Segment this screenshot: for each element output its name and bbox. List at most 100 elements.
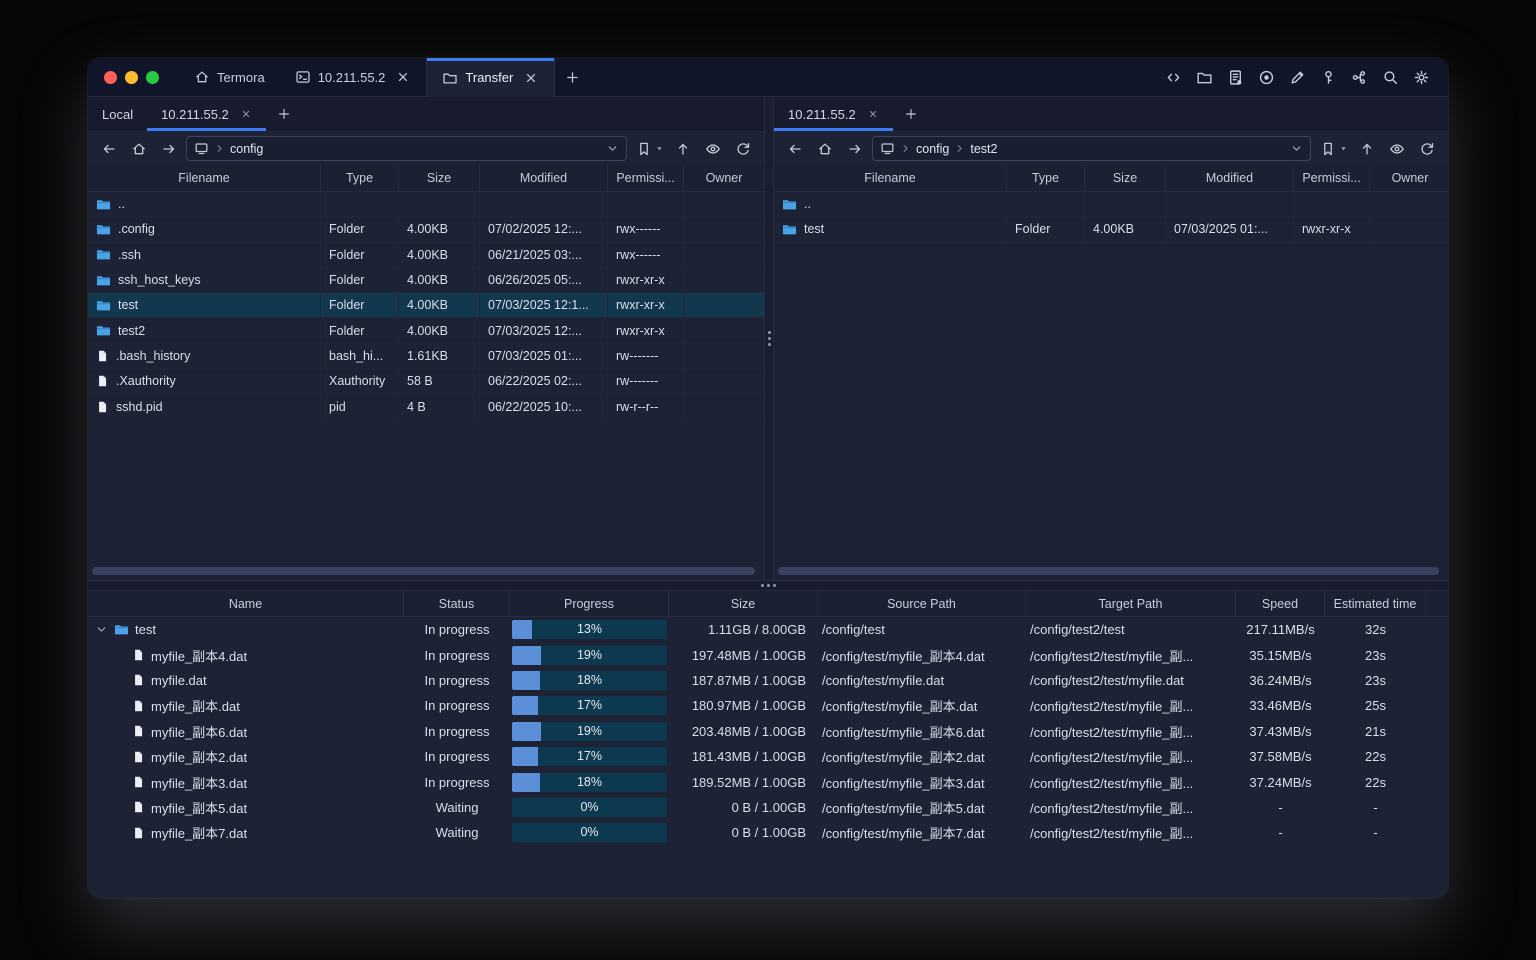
progress-label: 18% bbox=[576, 774, 603, 789]
folder-button[interactable] bbox=[1191, 64, 1217, 90]
file-row[interactable]: .ssh Folder 4.00KB 06/21/2025 03:... rwx----… bbox=[88, 242, 764, 268]
key-button[interactable] bbox=[1315, 64, 1341, 90]
settings-button[interactable] bbox=[1408, 64, 1434, 90]
back-button[interactable] bbox=[96, 137, 122, 161]
column-header-size[interactable]: Size bbox=[1085, 165, 1166, 191]
minimize-window-button[interactable] bbox=[125, 70, 138, 84]
close-icon[interactable] bbox=[867, 108, 879, 120]
transfer-column-header-target-path[interactable]: Target Path bbox=[1026, 591, 1236, 616]
refresh-button[interactable] bbox=[730, 137, 756, 161]
transfer-row[interactable]: myfile_副本7.dat Waiting 0% 0 B / 1.00GB/conf… bbox=[88, 820, 1448, 845]
transfer-row[interactable]: myfile_副本5.dat Waiting 0% 0 B / 1.00GB/conf… bbox=[88, 795, 1448, 820]
home-button[interactable] bbox=[126, 137, 152, 161]
transfer-column-header-size[interactable]: Size bbox=[669, 591, 818, 616]
breadcrumb-segment[interactable]: config bbox=[916, 142, 949, 156]
transfer-row[interactable]: myfile_副本6.dat In progress 19% 203.48MB / 1… bbox=[88, 719, 1448, 744]
bookmark-button[interactable] bbox=[1315, 137, 1341, 161]
transfer-row[interactable]: test In progress 13% 1.11GB / 8.00GB/config… bbox=[88, 617, 1448, 642]
source-path-cell: /config/test/myfile_副本2.dat bbox=[822, 750, 985, 766]
app-tab-transfer[interactable]: Transfer bbox=[426, 58, 556, 97]
panel-splitter[interactable] bbox=[764, 97, 774, 580]
transfer-row[interactable]: myfile.dat In progress 18% 187.87MB / 1.00G… bbox=[88, 668, 1448, 693]
file-row[interactable]: .. bbox=[88, 192, 764, 218]
file-row[interactable]: test2 Folder 4.00KB 07/03/2025 12:... rwxr-x… bbox=[88, 318, 764, 344]
breadcrumb-segment[interactable]: test2 bbox=[970, 142, 997, 156]
transfer-row[interactable]: myfile_副本3.dat In progress 18% 189.52MB / 1… bbox=[88, 769, 1448, 794]
column-header-filename[interactable]: Filename bbox=[774, 165, 1007, 191]
transfer-column-header-speed[interactable]: Speed bbox=[1236, 591, 1325, 616]
filename-cell: ssh_host_keys bbox=[88, 267, 321, 293]
transfer-column-header-status[interactable]: Status bbox=[404, 591, 510, 616]
new-panel-tab-button[interactable] bbox=[266, 97, 302, 131]
panel-tab-local[interactable]: Local bbox=[88, 97, 147, 131]
branch-button[interactable] bbox=[1346, 64, 1372, 90]
column-header-modified[interactable]: Modified bbox=[1166, 165, 1294, 191]
transfer-column-header-source-path[interactable]: Source Path bbox=[818, 591, 1026, 616]
chevron-down-icon[interactable] bbox=[606, 142, 619, 155]
panel-tab-10-211-55-2[interactable]: 10.211.55.2 bbox=[774, 97, 893, 131]
file-row[interactable]: .Xauthority Xauthority 58 B 06/22/2025 02:.… bbox=[88, 369, 764, 395]
transfer-row[interactable]: myfile_副本4.dat In progress 19% 197.48MB / 1… bbox=[88, 642, 1448, 667]
log-button[interactable] bbox=[1222, 64, 1248, 90]
file-row[interactable]: ssh_host_keys Folder 4.00KB 06/26/2025 05:.… bbox=[88, 267, 764, 294]
column-header-permissi[interactable]: Permissi... bbox=[608, 165, 684, 191]
horizontal-scrollbar[interactable] bbox=[92, 567, 755, 575]
upload-button[interactable] bbox=[670, 137, 696, 161]
file-row[interactable]: .. bbox=[774, 192, 1448, 218]
upload-button[interactable] bbox=[1354, 137, 1380, 161]
new-app-tab-button[interactable] bbox=[555, 58, 589, 96]
file-row[interactable]: sshd.pid pid 4 B 06/22/2025 10:... rw-r--r-- bbox=[88, 394, 764, 420]
transfer-row[interactable]: myfile_副本.dat In progress 17% 180.97MB / 1.… bbox=[88, 693, 1448, 718]
chevron-down-icon[interactable] bbox=[1290, 142, 1303, 155]
search-button[interactable] bbox=[1377, 64, 1403, 90]
caret-down-icon[interactable] bbox=[1339, 144, 1348, 153]
file-cell: 06/26/2025 05:... bbox=[480, 267, 608, 293]
column-header-type[interactable]: Type bbox=[321, 165, 399, 191]
column-header-owner[interactable]: Owner bbox=[684, 165, 764, 191]
column-header-modified[interactable]: Modified bbox=[480, 165, 608, 191]
refresh-button[interactable] bbox=[1414, 137, 1440, 161]
path-breadcrumb[interactable]: config bbox=[186, 136, 627, 161]
column-header-owner[interactable]: Owner bbox=[1370, 165, 1448, 191]
breadcrumb-segment[interactable]: config bbox=[230, 142, 263, 156]
column-header-filename[interactable]: Filename bbox=[88, 165, 321, 191]
file-row[interactable]: test Folder 4.00KB 07/03/2025 12:1... rwxr-x… bbox=[88, 293, 764, 319]
horizontal-scrollbar[interactable] bbox=[778, 567, 1439, 575]
caret-down-icon[interactable] bbox=[655, 144, 664, 153]
close-icon[interactable] bbox=[523, 70, 539, 86]
file-row[interactable]: .bash_history bash_hi... 1.61KB 07/03/2025 … bbox=[88, 343, 764, 370]
expander-icon[interactable] bbox=[95, 623, 108, 636]
forward-button[interactable] bbox=[156, 137, 182, 161]
close-icon[interactable] bbox=[395, 69, 411, 85]
edit-button[interactable] bbox=[1284, 64, 1310, 90]
home-button[interactable] bbox=[812, 137, 838, 161]
new-panel-tab-button[interactable] bbox=[893, 97, 929, 131]
show-hidden-button[interactable] bbox=[700, 137, 726, 161]
close-icon[interactable] bbox=[240, 108, 252, 120]
record-button[interactable] bbox=[1253, 64, 1279, 90]
filename-cell: test bbox=[88, 293, 321, 318]
transfer-column-header-progress[interactable]: Progress bbox=[510, 591, 669, 616]
forward-button[interactable] bbox=[842, 137, 868, 161]
column-header-permissi[interactable]: Permissi... bbox=[1294, 165, 1370, 191]
column-header-size[interactable]: Size bbox=[399, 165, 480, 191]
path-breadcrumb[interactable]: config test2 bbox=[872, 136, 1311, 161]
close-window-button[interactable] bbox=[104, 70, 117, 84]
size-cell: 1.11GB / 8.00GB bbox=[707, 622, 806, 638]
transfer-column-header-estimated-time[interactable]: Estimated time bbox=[1325, 591, 1426, 616]
bookmark-button[interactable] bbox=[631, 137, 657, 161]
column-header-type[interactable]: Type bbox=[1007, 165, 1085, 191]
file-row[interactable]: test Folder 4.00KB 07/03/2025 01:... rwxr-xr… bbox=[774, 217, 1448, 243]
app-tab-10-211-55-2[interactable]: 10.211.55.2 bbox=[280, 58, 427, 96]
transfer-column-header-name[interactable]: Name bbox=[88, 591, 404, 616]
show-hidden-button[interactable] bbox=[1384, 137, 1410, 161]
panel-tab-10-211-55-2[interactable]: 10.211.55.2 bbox=[147, 97, 266, 131]
transfer-row[interactable]: myfile_副本2.dat In progress 17% 181.43MB / 1… bbox=[88, 744, 1448, 769]
app-tab-termora[interactable]: Termora bbox=[179, 58, 280, 96]
code-button[interactable] bbox=[1160, 64, 1186, 90]
file-row[interactable]: .config Folder 4.00KB 07/02/2025 12:... rwx-… bbox=[88, 217, 764, 243]
transfer-splitter[interactable] bbox=[88, 580, 1448, 591]
back-button[interactable] bbox=[782, 137, 808, 161]
zoom-window-button[interactable] bbox=[146, 70, 159, 84]
transfer-name-cell: myfile_副本6.dat bbox=[88, 719, 404, 744]
